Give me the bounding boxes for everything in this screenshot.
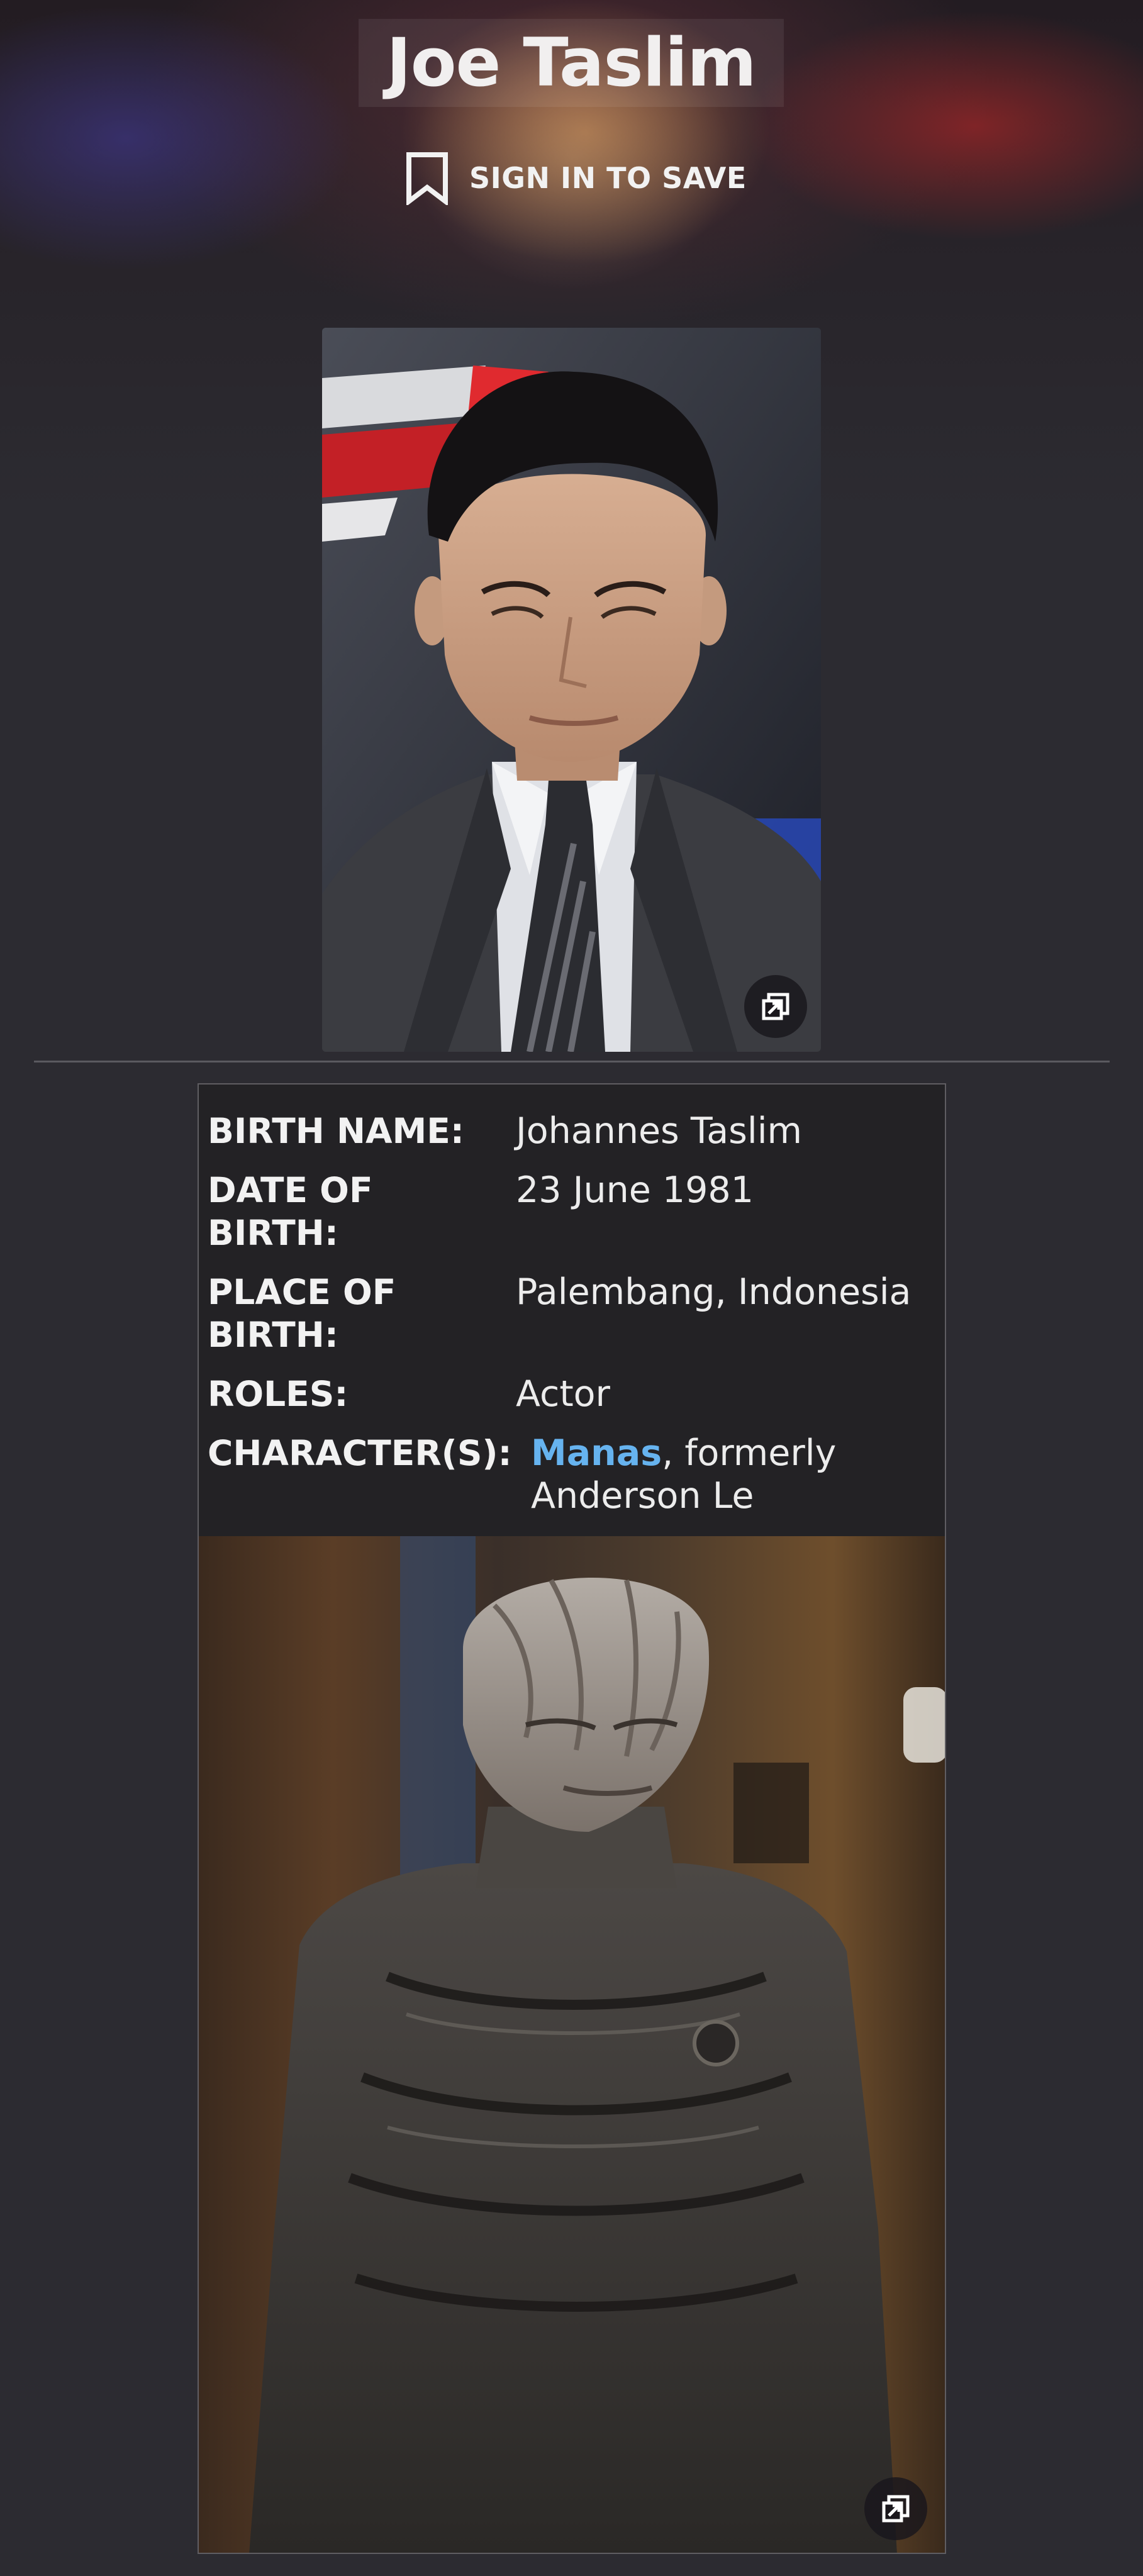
- date-of-birth-label-line2: BIRTH:: [208, 1213, 338, 1253]
- characters-row: CHARACTER(S): Manas, formerly Anderson L…: [208, 1432, 937, 1517]
- expand-icon: [882, 2495, 910, 2523]
- birth-name-label: BIRTH NAME:: [208, 1111, 464, 1151]
- place-of-birth-label-line2: BIRTH:: [208, 1315, 338, 1355]
- date-of-birth-link[interactable]: 23 June 1981: [516, 1169, 754, 1254]
- place-of-birth-row: PLACE OF BIRTH: Palembang, Indonesia: [208, 1271, 937, 1356]
- character-link-manas[interactable]: Manas: [531, 1432, 662, 1474]
- section-divider: [34, 1061, 1110, 1062]
- birth-name-value: Johannes Taslim: [516, 1110, 803, 1152]
- date-of-birth-label: DATE OF BIRTH:: [208, 1169, 516, 1254]
- infobox: BIRTH NAME: Johannes Taslim DATE OF BIRT…: [198, 1083, 946, 1536]
- sign-in-to-save-button[interactable]: SIGN IN TO SAVE: [403, 151, 747, 205]
- page-title: Joe Taslim: [359, 19, 784, 107]
- character-photo: [249, 1536, 945, 2553]
- date-of-birth-row: DATE OF BIRTH: 23 June 1981: [208, 1169, 937, 1254]
- expand-portrait-button[interactable]: [744, 975, 807, 1038]
- expand-icon: [762, 993, 789, 1020]
- characters-value: Manas, formerly Anderson Le: [531, 1432, 836, 1517]
- roles-value: Actor: [516, 1373, 610, 1415]
- character-line2: Anderson Le: [531, 1475, 754, 1517]
- bookmark-icon: [406, 152, 448, 205]
- date-of-birth-label-line1: DATE OF: [208, 1170, 373, 1210]
- place-of-birth-value: Palembang, Indonesia: [516, 1271, 912, 1313]
- actor-portrait: [322, 328, 821, 1052]
- birth-name-row: BIRTH NAME: Johannes Taslim: [208, 1110, 937, 1152]
- page: Joe Taslim SIGN IN TO SAVE BIRTH NAME: J…: [0, 0, 1143, 2576]
- place-of-birth-label-line1: PLACE OF: [208, 1272, 396, 1312]
- character-suffix: , formerly: [662, 1432, 837, 1474]
- place-of-birth-label: PLACE OF BIRTH:: [208, 1271, 516, 1356]
- roles-label: ROLES:: [208, 1374, 348, 1414]
- expand-character-image-button[interactable]: [864, 2477, 927, 2540]
- characters-label: CHARACTER(S):: [208, 1433, 512, 1473]
- portrait-image: [322, 328, 821, 1052]
- character-image: [198, 1536, 946, 2554]
- roles-row: ROLES: Actor: [208, 1373, 937, 1415]
- save-label: SIGN IN TO SAVE: [469, 161, 747, 195]
